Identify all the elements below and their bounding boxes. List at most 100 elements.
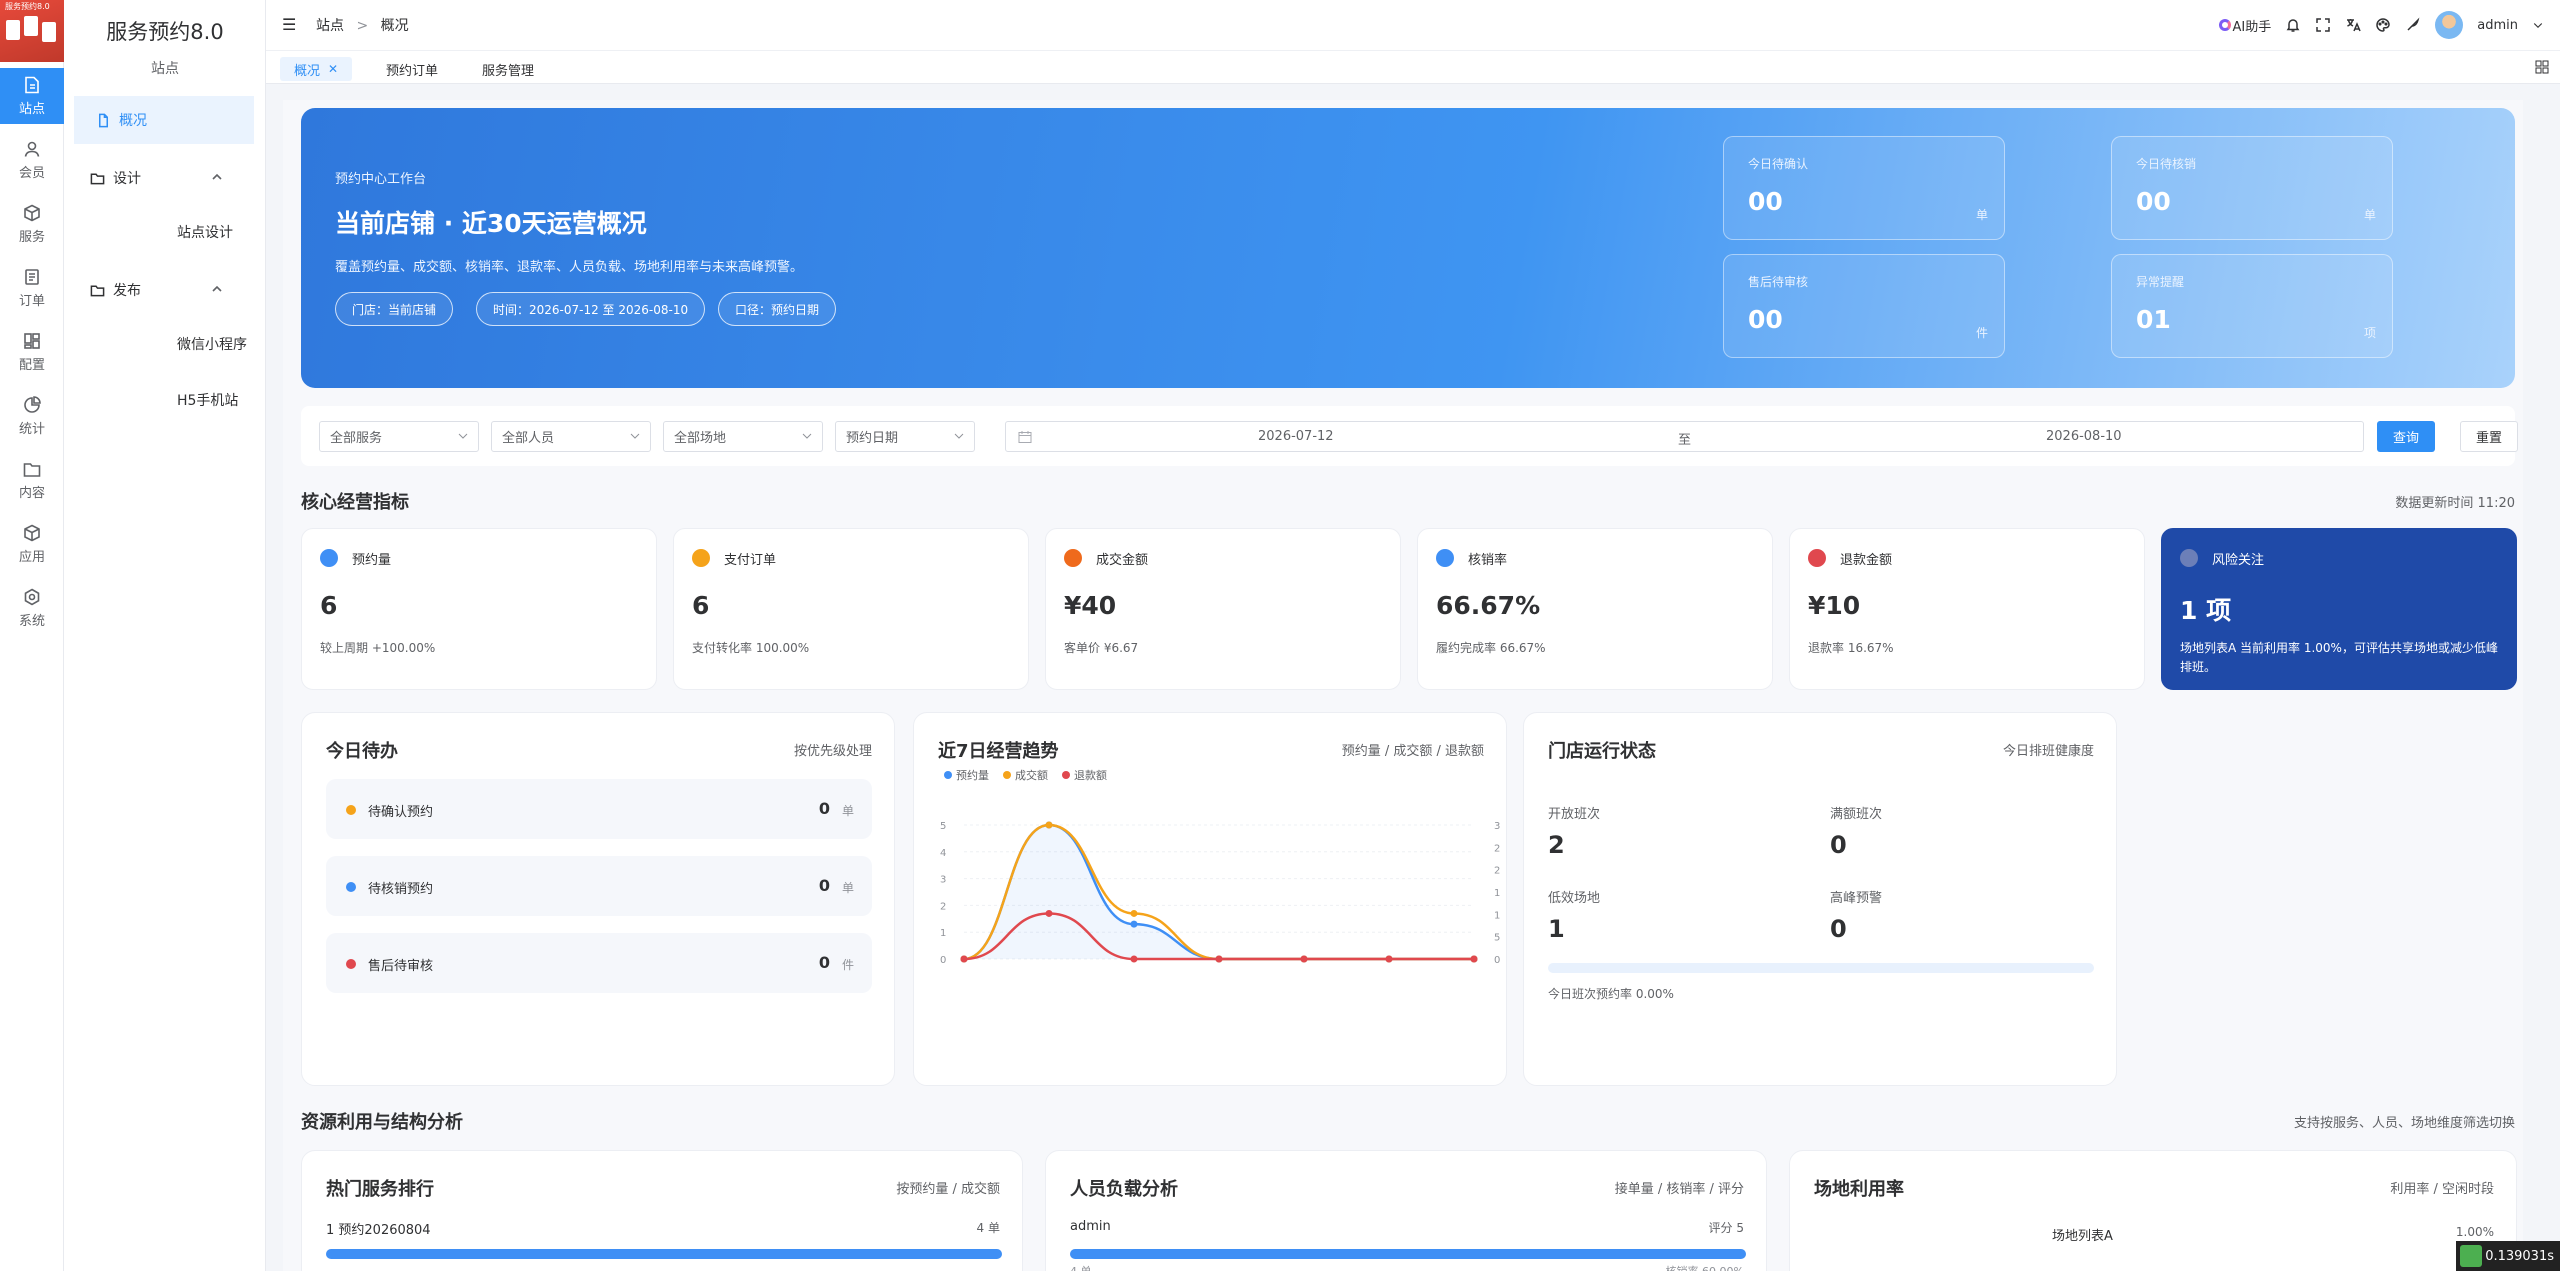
rail-item-label: 应用 <box>18 550 45 565</box>
kpi-aftersale-review[interactable]: 售后待审核 00 件 <box>1723 254 2005 358</box>
chevron-down-icon[interactable] <box>2532 19 2544 31</box>
y-tick-label: 1 <box>940 928 946 939</box>
metric-card-verify-rate[interactable]: 核销率 66.67% 履约完成率 66.67% <box>1417 528 1773 690</box>
rail-item-app[interactable]: 应用 <box>0 516 64 572</box>
menu-design[interactable]: 设计 <box>68 154 248 202</box>
staff-fill <box>1070 1249 1746 1259</box>
date-type-select[interactable]: 预约日期 <box>835 421 975 452</box>
hero-title: 当前店铺 · 近30天运营概况 <box>335 209 647 238</box>
todo-item[interactable]: 待核销预约 0 单 <box>326 856 872 916</box>
tab-services[interactable]: 服务管理 <box>468 57 548 81</box>
y-tick-label: 4 <box>940 848 946 859</box>
metric-value: 66.67% <box>1436 591 1541 620</box>
venue-title: 场地利用率 <box>1814 1179 1904 1200</box>
todo-item[interactable]: 待确认预约 0 单 <box>326 779 872 839</box>
logo-text: 服务预约8.0 <box>5 2 50 11</box>
rail-item-stats[interactable]: 统计 <box>0 388 64 444</box>
peak-warning-label: 高峰预警 <box>1830 891 1883 906</box>
breadcrumb-separator: > <box>356 18 369 34</box>
metric-hint: 较上周期 +100.00% <box>320 641 436 655</box>
start-date[interactable]: 2026-07-12 <box>1258 429 1334 444</box>
hot-item-count: 4 单 <box>976 1221 1000 1235</box>
breadcrumb-site[interactable]: 站点 <box>316 18 344 34</box>
ai-label: AI助手 <box>2232 19 2272 35</box>
kpi-unit: 单 <box>1975 208 1988 222</box>
store-subtitle: 今日排班健康度 <box>2002 744 2094 759</box>
palette-icon[interactable] <box>2375 17 2391 33</box>
staff-orders: 4 单 <box>1070 1263 1092 1271</box>
y2-tick-label: 1 <box>1494 910 1500 921</box>
rail-item-system[interactable]: 系统 <box>0 580 64 636</box>
tab-orders[interactable]: 预约订单 <box>372 57 452 81</box>
rail-item-label: 订单 <box>18 294 45 309</box>
avatar[interactable] <box>2435 11 2464 39</box>
reset-button[interactable]: 重置 <box>2460 421 2518 452</box>
bell-icon[interactable] <box>2285 17 2301 33</box>
metric-card-risk[interactable]: 风险关注 1 项场地列表A 当前利用率 1.00%，可评估共享场地或减少低峰排班。 <box>2161 528 2517 690</box>
menu-h5[interactable]: H5手机站 <box>177 390 238 410</box>
metric-label: 退款金额 <box>1840 553 1893 568</box>
venue-select[interactable]: 全部场地 <box>663 421 823 452</box>
rail-item-order[interactable]: 订单 <box>0 260 64 316</box>
rail-item-content[interactable]: 内容 <box>0 452 64 508</box>
todo-count: 0 <box>818 876 830 895</box>
kpi-pending-confirm[interactable]: 今日待确认 00 单 <box>1723 136 2005 240</box>
ai-assistant-button[interactable]: AI助手 <box>2218 16 2272 35</box>
y2-tick-label: 5 <box>1494 933 1500 944</box>
translate-icon[interactable] <box>2345 17 2361 33</box>
rail-item-site[interactable]: 站点 <box>0 68 64 124</box>
chevron-up-icon <box>212 173 222 180</box>
query-button[interactable]: 查询 <box>2377 421 2435 452</box>
kpi-label: 今日待核销 <box>2136 157 2197 171</box>
menu-site-design[interactable]: 站点设计 <box>177 222 233 242</box>
user-name[interactable]: admin <box>2477 18 2518 33</box>
shift-rate-bar <box>1548 963 2094 973</box>
staff-verify-rate: 核销率 60.00% <box>1666 1263 1744 1271</box>
staff-select[interactable]: 全部人员 <box>491 421 651 452</box>
metric-card-refund[interactable]: 退款金额 ¥10 退款率 16.67% <box>1789 528 2145 690</box>
kpi-abnormal-alert[interactable]: 异常提醒 01 项 <box>2111 254 2393 358</box>
store-title: 门店运行状态 <box>1548 741 1656 762</box>
status-dot-icon <box>346 805 356 815</box>
menu-overview[interactable]: 概况 <box>74 96 254 144</box>
open-shifts-value: 2 <box>1548 831 1565 859</box>
y2-tick-label: 3 <box>1494 821 1500 832</box>
metric-card-bookings[interactable]: 预约量 6 较上周期 +100.00% <box>301 528 657 690</box>
hot-item-bar <box>326 1249 1002 1259</box>
todo-item[interactable]: 售后待审核 0 件 <box>326 933 872 993</box>
metric-hint: 场地列表A 当前利用率 1.00%，可评估共享场地或减少低峰排班。 <box>2180 641 2498 675</box>
menu-toggle-icon[interactable]: ☰ <box>282 15 296 34</box>
y2-tick-label: 1 <box>1494 888 1500 899</box>
rail-item-label: 站点 <box>18 102 45 117</box>
service-select[interactable]: 全部服务 <box>319 421 479 452</box>
close-icon[interactable]: ✕ <box>328 62 338 76</box>
chevron-down-icon <box>458 433 468 439</box>
legend-item[interactable]: 退款额 <box>1062 767 1107 783</box>
rail-item-config[interactable]: 配置 <box>0 324 64 380</box>
app-logo[interactable]: 服务预约8.0 <box>0 0 64 62</box>
store-chip: 门店：当前店铺 <box>335 292 454 326</box>
legend-item[interactable]: 预约量 <box>944 767 989 783</box>
trend-chart: 5 4 3 2 1 0 3 2 2 1 1 5 0 <box>940 821 1500 966</box>
menu-design-label: 设计 <box>113 171 141 187</box>
rail-item-member[interactable]: 会员 <box>0 132 64 188</box>
date-range-picker[interactable]: 2026-07-12 至 2026-08-10 <box>1005 421 2364 452</box>
fullscreen-icon[interactable] <box>2315 17 2331 33</box>
end-date[interactable]: 2026-08-10 <box>2046 429 2122 444</box>
grid-icon[interactable] <box>2534 59 2550 75</box>
metric-card-paid-orders[interactable]: 支付订单 6 支付转化率 100.00% <box>673 528 1029 690</box>
icon-rail: 服务预约8.0 站点会员服务订单配置统计内容应用系统 <box>0 0 64 1271</box>
menu-publish[interactable]: 发布 <box>68 266 248 314</box>
legend-item[interactable]: 成交额 <box>1003 767 1048 783</box>
kpi-pending-verify[interactable]: 今日待核销 00 单 <box>2111 136 2393 240</box>
kpi-unit: 件 <box>1975 326 1988 340</box>
core-metrics-updated: 数据更新时间 11:20 <box>2395 496 2515 511</box>
theme-icon[interactable] <box>2405 17 2421 33</box>
hot-services-panel: 热门服务排行 按预约量 / 成交额 1 预约20260804 4 单 <box>301 1150 1023 1271</box>
menu-mini-program[interactable]: 微信小程序 <box>177 334 247 354</box>
tab-overview[interactable]: 概况 ✕ <box>280 57 353 81</box>
rail-item-service[interactable]: 服务 <box>0 196 64 252</box>
venue-select-value: 全部场地 <box>674 431 727 446</box>
metric-card-revenue[interactable]: 成交金额 ¥40 客单价 ¥6.67 <box>1045 528 1401 690</box>
hero-banner: 预约中心工作台 当前店铺 · 近30天运营概况 覆盖预约量、成交额、核销率、退款… <box>301 108 2515 388</box>
